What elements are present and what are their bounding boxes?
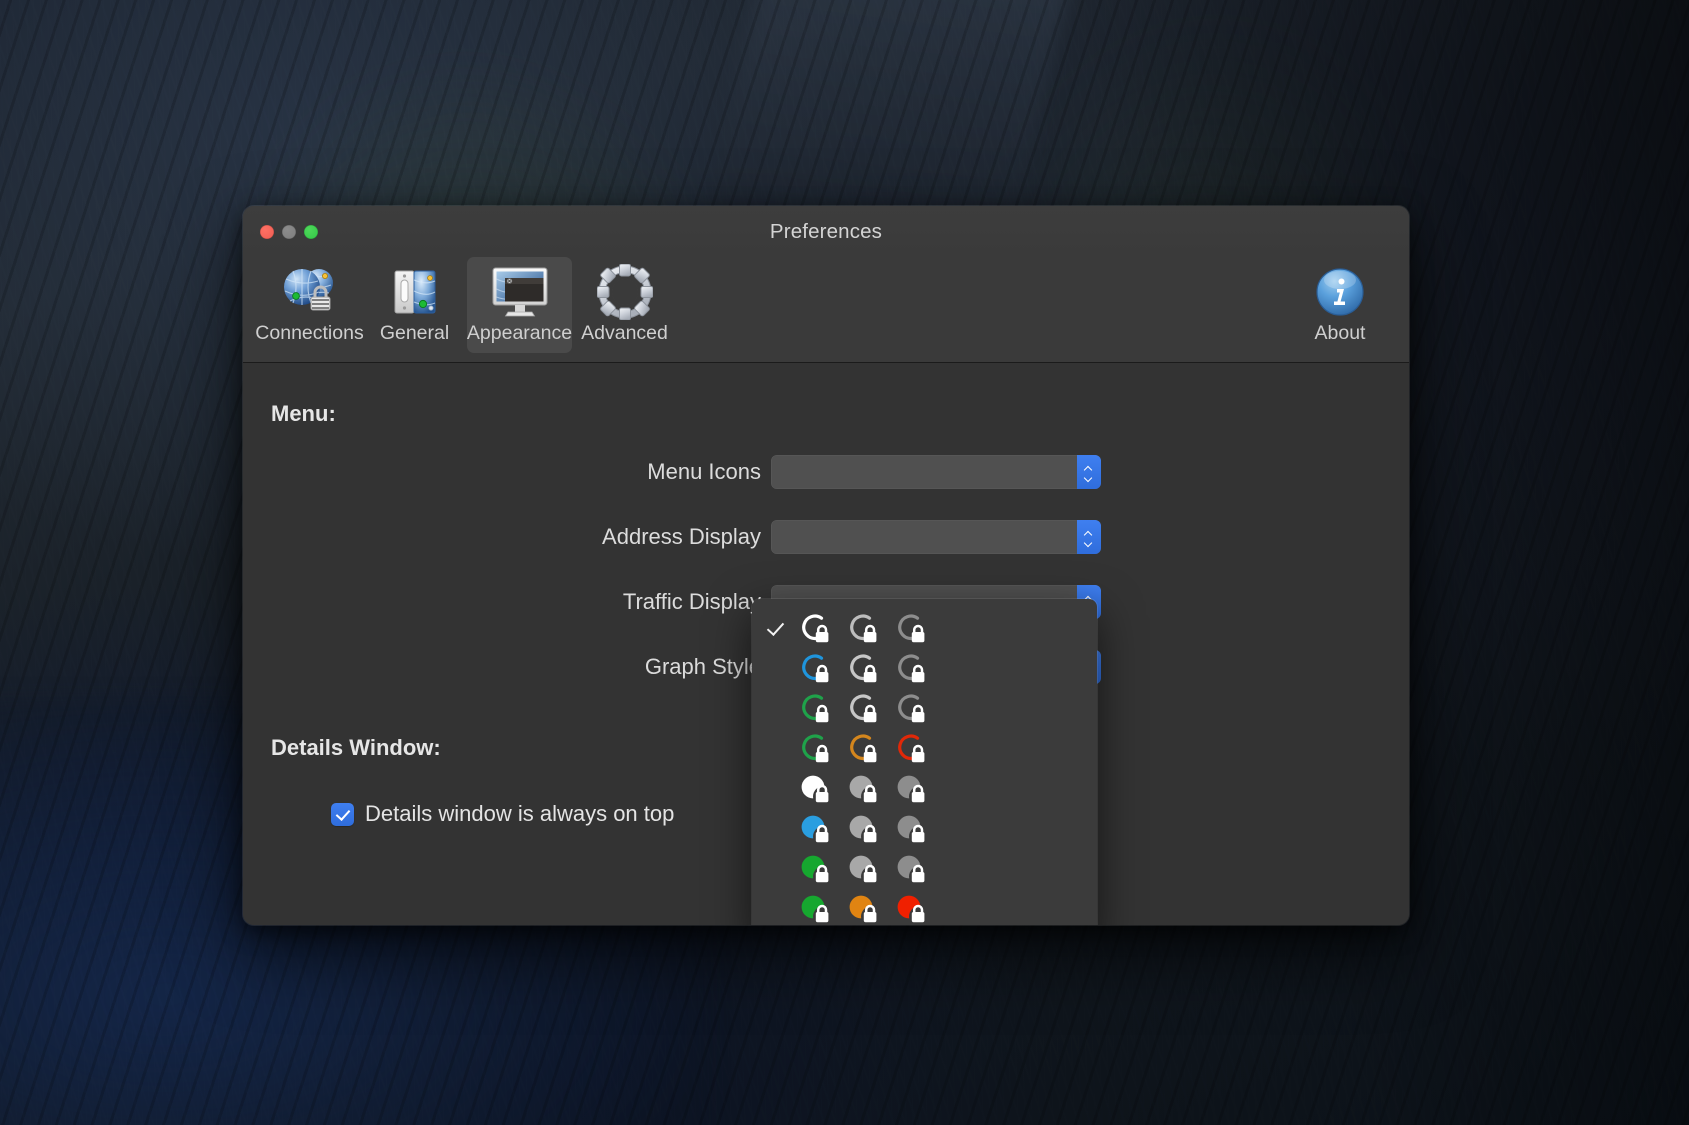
menu-icon-option-row-5[interactable]: [752, 769, 1097, 809]
traffic-light-group: [260, 224, 318, 239]
preference-row-menu-icons: Menu Icons: [243, 455, 1101, 489]
toolbar-item-connections[interactable]: Connections: [255, 257, 364, 353]
switch-globe-icon: [385, 263, 445, 321]
ring-green-lock-icon: [792, 689, 840, 729]
toolbar-item-about[interactable]: About: [1285, 257, 1395, 353]
disc-white-lock-icon: [792, 769, 840, 809]
chevron-updown-icon: [1077, 520, 1101, 554]
menu-icon-option-row-3[interactable]: [752, 689, 1097, 729]
details-window-section-heading: Details Window:: [271, 735, 441, 760]
close-button[interactable]: [260, 224, 274, 239]
preferences-toolbar: Connections General Appearance Advanced …: [243, 257, 1409, 363]
disc-lightgray-lock-icon: [840, 849, 888, 889]
toolbar-item-general[interactable]: General: [362, 257, 467, 353]
label-menu-icons: Menu Icons: [647, 459, 761, 484]
disc-blue-lock-icon: [792, 809, 840, 849]
label-traffic-display: Traffic Display: [622, 589, 761, 614]
info-circle-icon: [1310, 263, 1370, 321]
label-address-display: Address Display: [602, 524, 761, 549]
toolbar-label-about: About: [1314, 322, 1366, 344]
checkmark-icon: [760, 625, 792, 634]
menu-icon-option-row-2[interactable]: [752, 649, 1097, 689]
disc-gray-lock-icon: [888, 809, 936, 849]
window-title: Preferences: [769, 219, 883, 243]
disc-lightgray-lock-icon: [840, 769, 888, 809]
ring-orange-lock-icon: [840, 729, 888, 769]
ring-lightgray-lock-icon: [840, 609, 888, 649]
menu-icon-option-row-4[interactable]: [752, 729, 1097, 769]
checkmark-glyph: [768, 625, 784, 634]
details-always-on-top-checkbox[interactable]: [331, 802, 354, 826]
popup-button-address-display[interactable]: [771, 520, 1101, 554]
toolbar-label-general: General: [379, 322, 450, 344]
label-graph-style: Graph Style: [644, 654, 761, 679]
menu-section-heading: Menu:: [271, 401, 336, 426]
chevron-updown-icon: [1077, 455, 1101, 489]
ring-green-lock-icon: [792, 729, 840, 769]
menu-icons-dropdown-menu[interactable]: [752, 599, 1097, 925]
toolbar-label-appearance: Appearance: [466, 322, 573, 344]
minimize-button[interactable]: [282, 224, 296, 239]
toolbar-label-advanced: Advanced: [581, 322, 668, 344]
disc-green-lock-icon: [792, 889, 840, 925]
ring-lightgray-lock-icon: [840, 689, 888, 729]
disc-gray-lock-icon: [888, 769, 936, 809]
toolbar-item-advanced[interactable]: Advanced: [572, 257, 677, 353]
ring-gray-lock-icon: [888, 649, 936, 689]
disc-orange-lock-icon: [840, 889, 888, 925]
toolbar-label-connections: Connections: [255, 322, 364, 344]
preference-row-address-display: Address Display: [243, 520, 1101, 554]
display-monitor-icon: [490, 263, 550, 321]
popup-button-menu-icons[interactable]: [771, 455, 1101, 489]
globes-lock-icon: [280, 263, 340, 321]
ring-lightgray-lock-icon: [840, 649, 888, 689]
disc-gray-lock-icon: [888, 849, 936, 889]
ring-gray-lock-icon: [888, 689, 936, 729]
menu-icon-option-row-6[interactable]: [752, 809, 1097, 849]
toolbar-item-appearance[interactable]: Appearance: [467, 257, 572, 353]
window-titlebar[interactable]: Preferences: [243, 206, 1409, 257]
menu-icon-option-row-8[interactable]: [752, 889, 1097, 925]
details-always-on-top-row[interactable]: Details window is always on top: [331, 801, 674, 827]
disc-lightgray-lock-icon: [840, 809, 888, 849]
ring-gray-lock-icon: [888, 609, 936, 649]
ring-white-lock-icon: [792, 609, 840, 649]
ring-red-lock-icon: [888, 729, 936, 769]
details-always-on-top-label: Details window is always on top: [365, 801, 675, 826]
preferences-window: Preferences Connections General Appearan…: [243, 206, 1409, 925]
zoom-button[interactable]: [304, 224, 318, 239]
gear-icon: [595, 263, 655, 321]
ring-blue-lock-icon: [792, 649, 840, 689]
disc-green-lock-icon: [792, 849, 840, 889]
appearance-pane: Menu: Menu Icons Address Display Traffic D…: [243, 363, 1409, 925]
menu-icon-option-row-7[interactable]: [752, 849, 1097, 889]
disc-red-lock-icon: [888, 889, 936, 925]
menu-icon-option-row-1[interactable]: [752, 609, 1097, 649]
